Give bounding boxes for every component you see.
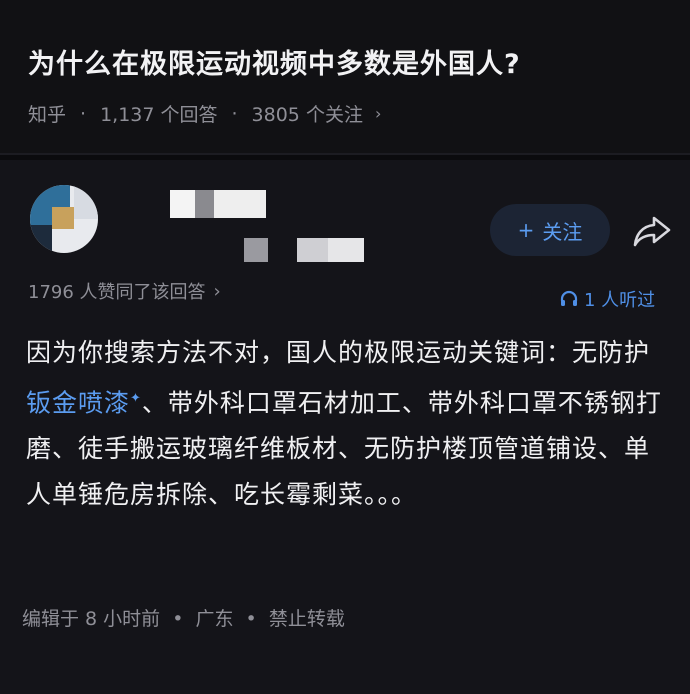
edited-time: 编辑于 8 小时前 [22, 608, 161, 630]
follow-label: 关注 [542, 219, 583, 244]
keyword-sparkle-icon: ✦ [130, 391, 142, 406]
chevron-right-icon: › [374, 104, 382, 123]
chevron-right-icon: › [213, 280, 221, 302]
share-icon[interactable] [632, 214, 672, 248]
follow-button[interactable]: + 关注 [490, 204, 610, 256]
likes-count: 1796 人赞同了该回答 [28, 282, 206, 303]
separator-dot: • [245, 608, 257, 630]
separator-dot: • [172, 608, 184, 630]
headphones-icon [560, 290, 578, 306]
question-meta[interactable]: 知乎 · 1,137 个回答 · 3805 个关注 › [28, 100, 381, 127]
source-label: 知乎 [28, 104, 67, 126]
question-title[interactable]: 为什么在极限运动视频中多数是外国人? [28, 42, 521, 81]
blurred-username[interactable] [170, 190, 266, 218]
copyright-notice: 禁止转载 [268, 608, 345, 630]
answer-content[interactable]: 因为你搜索方法不对，国人的极限运动关键词：无防护钣金喷漆✦、带外科口罩石材加工、… [26, 330, 666, 518]
answer-text-before: 因为你搜索方法不对，国人的极限运动关键词：无防护 [26, 338, 651, 367]
plus-icon: + [517, 218, 535, 242]
zhihu-answer-screen: 为什么在极限运动视频中多数是外国人? 知乎 · 1,137 个回答 · 3805… [0, 0, 690, 694]
follower-count: 3805 个关注 [251, 104, 363, 126]
listen-count: 1 人听过 [584, 290, 656, 311]
question-header[interactable]: 为什么在极限运动视频中多数是外国人? 知乎 · 1,137 个回答 · 3805… [0, 0, 690, 155]
separator-dot: · [80, 102, 87, 125]
blurred-user-bio [244, 238, 364, 262]
location: 广东 [195, 608, 234, 630]
listen-count-row[interactable]: 1 人听过 [560, 286, 655, 312]
avatar[interactable] [30, 185, 98, 253]
separator-dot: · [231, 102, 238, 125]
answer-count: 1,137 个回答 [100, 104, 218, 126]
answer-footer-meta: 编辑于 8 小时前 • 广东 • 禁止转载 [22, 604, 345, 631]
keyword-link[interactable]: 钣金喷漆 [26, 388, 130, 417]
likes-row[interactable]: 1796 人赞同了该回答 › [28, 278, 221, 304]
